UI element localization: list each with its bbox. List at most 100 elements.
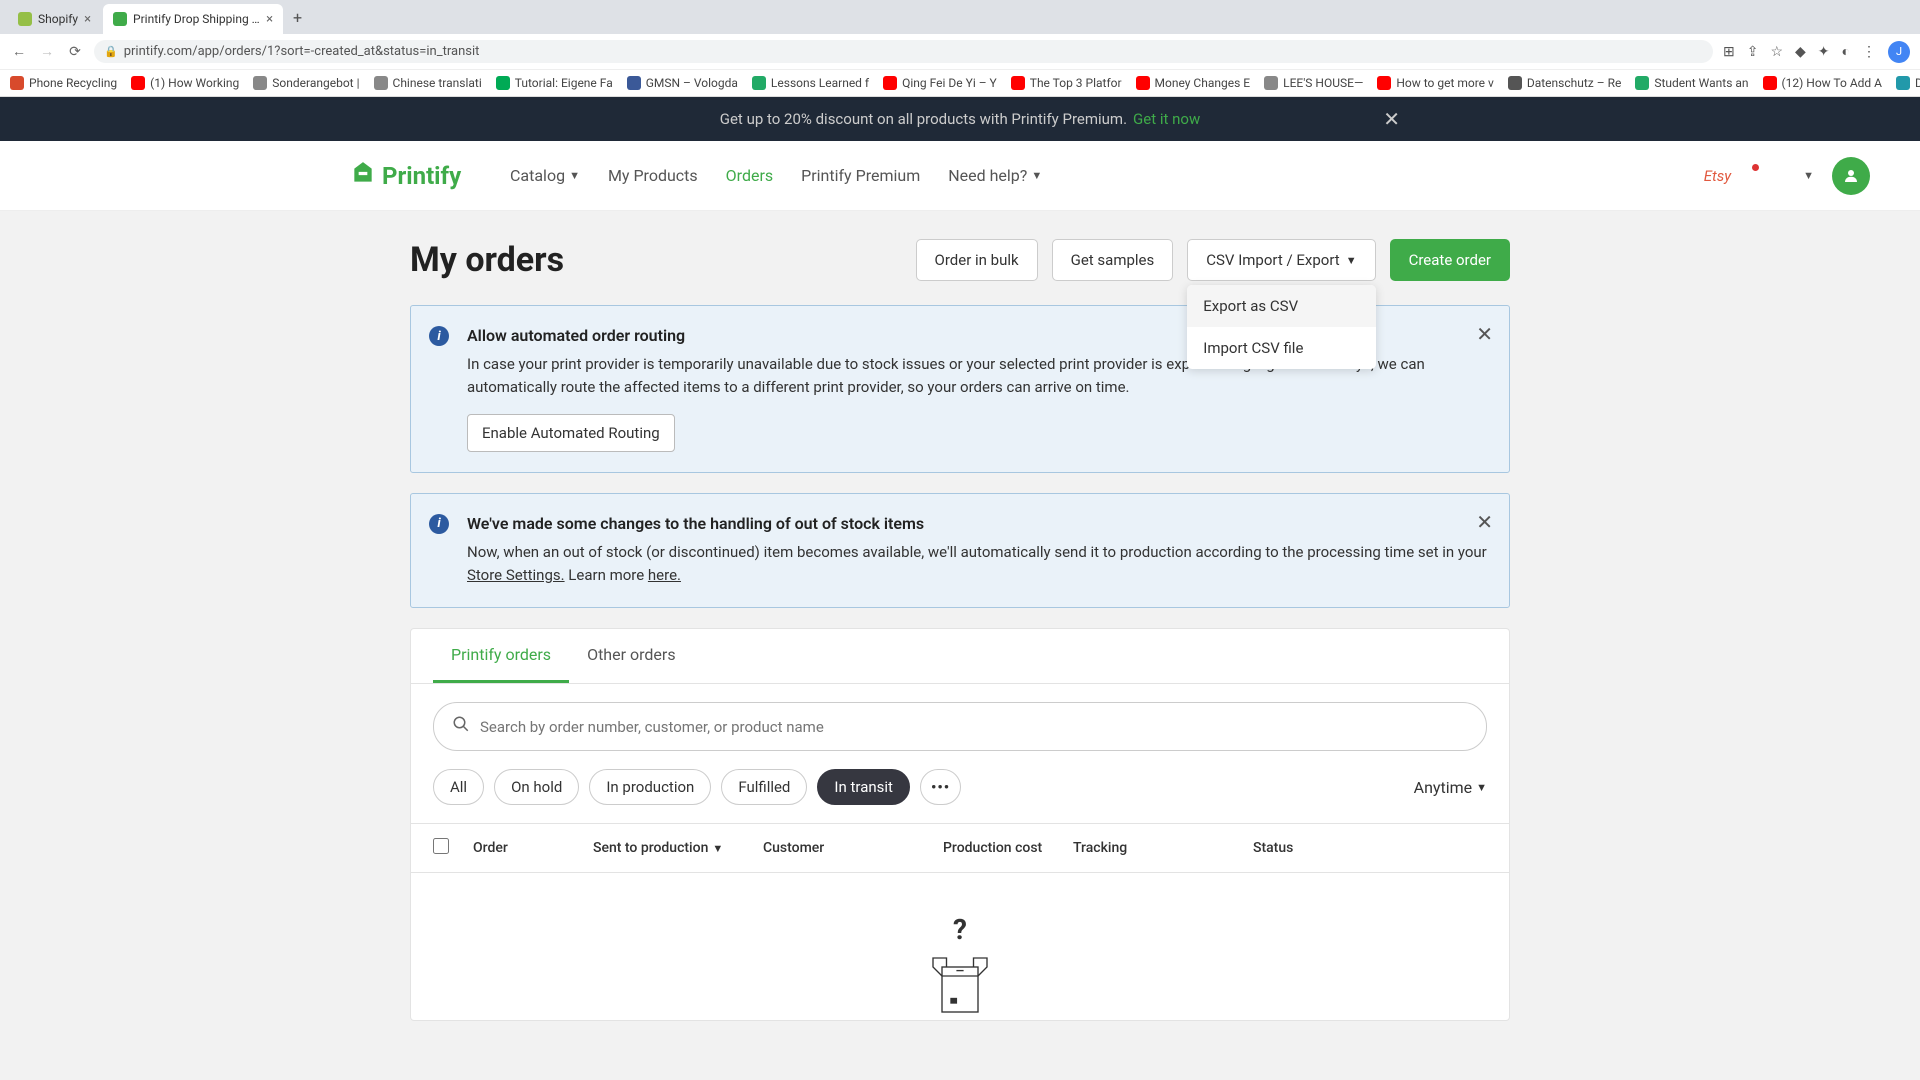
info-text-mid: Learn more (565, 566, 648, 584)
bookmark-item[interactable]: (12) How To Add A (1763, 76, 1882, 90)
extension-icon[interactable]: ◆ (1795, 44, 1806, 60)
profile-button[interactable] (1832, 157, 1870, 195)
puzzle-icon[interactable]: ✦ (1818, 44, 1830, 60)
bookmark-item[interactable]: How to get more v (1377, 76, 1494, 90)
filter-chip-fulfilled[interactable]: Fulfilled (721, 769, 807, 805)
info-stock: i ✕ We've made some changes to the handl… (410, 493, 1510, 609)
profile-avatar[interactable]: J (1888, 41, 1910, 63)
nav-link-orders[interactable]: Orders (726, 166, 773, 185)
url-input[interactable]: 🔒 printify.com/app/orders/1?sort=-create… (94, 40, 1713, 63)
bookmark-item[interactable]: Tutorial: Eigene Fa (496, 76, 613, 90)
star-icon[interactable]: ☆ (1770, 44, 1783, 60)
nav-link-need-help-[interactable]: Need help? ▼ (948, 166, 1042, 185)
bookmark-item[interactable]: Download – Cooki (1896, 76, 1920, 90)
bookmark-item[interactable]: Lessons Learned f (752, 76, 869, 90)
empty-state: ? (411, 873, 1509, 1020)
bookmark-icon (1011, 76, 1025, 90)
notification-dot (1752, 164, 1759, 171)
bookmark-item[interactable]: Student Wants an (1635, 76, 1748, 90)
close-icon[interactable]: ✕ (1476, 322, 1493, 346)
bookmark-icon (496, 76, 510, 90)
nav-link-catalog[interactable]: Catalog ▼ (510, 166, 580, 185)
address-bar: ← → ⟳ 🔒 printify.com/app/orders/1?sort=-… (0, 34, 1920, 69)
filter-chip-all[interactable]: All (433, 769, 484, 805)
clock-icon[interactable]: ◐ (1842, 43, 1850, 60)
search-input[interactable] (480, 718, 1468, 736)
csv-import-export-button[interactable]: CSV Import / Export ▼ (1187, 239, 1375, 281)
select-all-checkbox[interactable] (433, 838, 449, 854)
new-tab-button[interactable]: + (285, 4, 310, 31)
bookmark-item[interactable]: The Top 3 Platfor (1011, 76, 1122, 90)
anytime-label: Anytime (1414, 778, 1472, 797)
bookmark-label: Qing Fei De Yi – Y (902, 76, 997, 90)
order-bulk-button[interactable]: Order in bulk (916, 239, 1038, 281)
info-text: Now, when an out of stock (or discontinu… (467, 541, 1487, 588)
store-settings-link[interactable]: Store Settings. (467, 566, 565, 584)
close-icon[interactable]: ✕ (1476, 510, 1493, 534)
bookmark-item[interactable]: Phone Recycling (10, 76, 117, 90)
close-icon[interactable]: × (84, 12, 91, 27)
col-customer: Customer (763, 840, 943, 856)
store-selector[interactable]: Etsy ▼ (1704, 167, 1814, 185)
bookmark-item[interactable]: Qing Fei De Yi – Y (883, 76, 997, 90)
browser-tab-shopify[interactable]: Shopify × (8, 4, 101, 34)
bookmark-item[interactable]: LEE'S HOUSE— (1264, 76, 1363, 90)
browser-tab-printify[interactable]: Printify Drop Shipping Print on × (103, 4, 283, 34)
csv-dropdown-menu: Export as CSV Import CSV file (1187, 285, 1375, 369)
nav-link-my-products[interactable]: My Products (608, 166, 698, 185)
bookmark-icon (1763, 76, 1777, 90)
filter-row: All On hold In production Fulfilled In trans… (411, 769, 1509, 823)
nav-link-label: Catalog (510, 166, 565, 185)
import-csv-item[interactable]: Import CSV file (1187, 327, 1375, 369)
learn-more-link[interactable]: here. (648, 566, 681, 584)
col-tracking: Tracking (1073, 840, 1253, 856)
close-icon[interactable]: × (266, 12, 273, 27)
filter-chip-on-hold[interactable]: On hold (494, 769, 579, 805)
col-sent[interactable]: Sent to production ▼ (593, 840, 763, 856)
back-icon[interactable]: ← (10, 43, 28, 60)
bookmark-item[interactable]: GMSN – Vologda (627, 76, 738, 90)
printify-logo[interactable]: Printify (350, 160, 461, 192)
get-samples-button[interactable]: Get samples (1052, 239, 1174, 281)
export-csv-item[interactable]: Export as CSV (1187, 285, 1375, 327)
forward-icon[interactable]: → (38, 43, 56, 60)
logo-text: Printify (382, 162, 461, 190)
translate-icon[interactable]: ⊞ (1723, 44, 1735, 60)
tab-printify-orders[interactable]: Printify orders (433, 629, 569, 683)
anytime-filter[interactable]: Anytime ▼ (1414, 778, 1487, 797)
page-header: My orders Order in bulk Get samples CSV … (410, 239, 1510, 281)
nav-link-printify-premium[interactable]: Printify Premium (801, 166, 920, 185)
main-content: My orders Order in bulk Get samples CSV … (410, 211, 1510, 1049)
tab-title: Printify Drop Shipping Print on (133, 12, 260, 26)
chevron-down-icon: ▼ (1031, 169, 1042, 182)
filter-chip-in-transit[interactable]: In transit (817, 769, 910, 805)
bookmark-item[interactable]: Datenschutz – Re (1508, 76, 1621, 90)
reload-icon[interactable]: ⟳ (66, 44, 84, 60)
create-order-button[interactable]: Create order (1390, 239, 1510, 281)
filter-more-button[interactable]: ••• (920, 769, 961, 805)
close-icon[interactable]: ✕ (1383, 107, 1400, 131)
tab-bar: Shopify × Printify Drop Shipping Print o… (0, 0, 1920, 34)
csv-dropdown: CSV Import / Export ▼ Export as CSV Impo… (1187, 239, 1375, 281)
bookmark-item[interactable]: Chinese translati (374, 76, 482, 90)
share-icon[interactable]: ⇪ (1747, 44, 1759, 60)
chevron-down-icon: ▼ (1476, 781, 1487, 794)
bookmark-icon (1136, 76, 1150, 90)
info-icon: i (429, 514, 449, 534)
bookmark-item[interactable]: Money Changes E (1136, 76, 1251, 90)
menu-icon[interactable]: ⋮ (1862, 44, 1876, 60)
bookmark-item[interactable]: Sonderangebot | (253, 76, 359, 90)
promo-text: Get up to 20% discount on all products w… (720, 110, 1127, 128)
tab-other-orders[interactable]: Other orders (569, 629, 694, 683)
filter-chip-in-production[interactable]: In production (589, 769, 711, 805)
bookmark-label: Chinese translati (393, 76, 482, 90)
order-tabs: Printify orders Other orders (411, 629, 1509, 684)
bookmark-label: Datenschutz – Re (1527, 76, 1621, 90)
bookmark-item[interactable]: (1) How Working (131, 76, 239, 90)
enable-routing-button[interactable]: Enable Automated Routing (467, 414, 675, 452)
promo-cta-link[interactable]: Get it now (1133, 110, 1200, 128)
bookmark-icon (253, 76, 267, 90)
tab-title: Shopify (38, 12, 78, 26)
search-box[interactable] (433, 702, 1487, 751)
bookmark-icon (752, 76, 766, 90)
